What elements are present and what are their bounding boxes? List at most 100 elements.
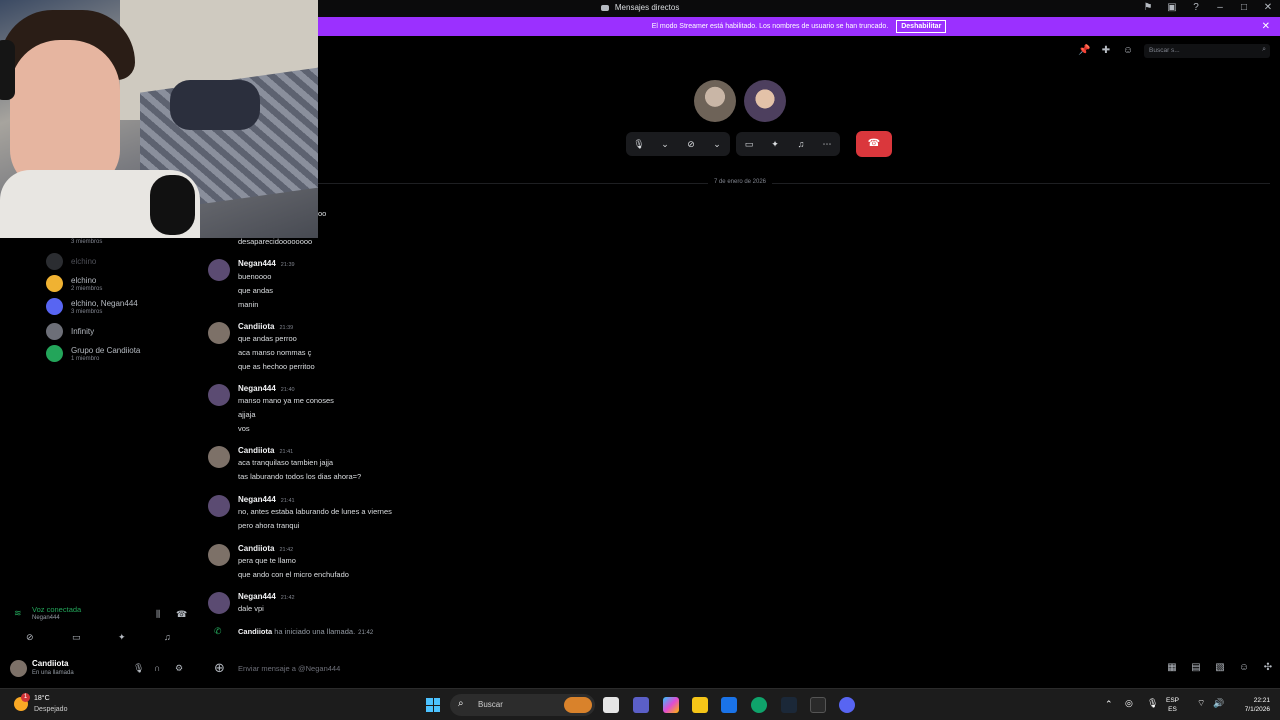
camera-options-chevron-icon[interactable]: ⌄ xyxy=(710,139,724,150)
message-author[interactable]: Candiiota xyxy=(238,322,274,331)
minimize-icon[interactable]: – xyxy=(1214,2,1226,14)
user-panel: Candiiota En una llamada 🎙 ∩ ⚙ xyxy=(0,654,200,684)
hangup-icon: ☎ xyxy=(867,138,881,149)
banner-text: El modo Streamer está habilitado. Los no… xyxy=(651,23,889,30)
gif-icon[interactable]: ▤ xyxy=(1190,662,1202,674)
network-icon[interactable]: ◎ xyxy=(1125,698,1133,709)
store-icon[interactable] xyxy=(721,697,737,713)
message-author[interactable]: Candiiota xyxy=(238,544,274,553)
dm-item[interactable]: Grupo de Candiiota 1 miembro xyxy=(46,345,140,362)
camera-off-icon[interactable]: ⊘ xyxy=(26,632,34,643)
mic-options-chevron-icon[interactable]: ⌄ xyxy=(658,139,672,150)
more-icon[interactable]: ⋯ xyxy=(820,139,834,150)
message-text: ajjaja xyxy=(238,410,256,419)
disable-streamer-button[interactable]: Deshabilitar xyxy=(896,19,947,33)
discord-icon[interactable] xyxy=(839,697,855,713)
search-input[interactable]: Buscar s... ⌕ xyxy=(1144,44,1270,58)
teams-icon[interactable] xyxy=(633,697,649,713)
message-text: vos xyxy=(238,424,250,433)
widget-app-icon[interactable] xyxy=(564,697,592,713)
add-friend-icon[interactable]: ✚ xyxy=(1100,45,1112,57)
voice-status[interactable]: Voz conectada xyxy=(32,605,81,614)
notification-badge: 1 xyxy=(21,693,30,702)
dm-item[interactable]: elchino xyxy=(46,253,96,270)
action-control-group: ▭ ✦ ♫ ⋯ xyxy=(736,132,840,156)
microphone-icon[interactable]: 🎙 xyxy=(632,139,646,150)
signal-icon: ≋ xyxy=(14,608,22,618)
avatar[interactable] xyxy=(208,446,230,468)
avatar[interactable] xyxy=(208,384,230,406)
avatar xyxy=(46,275,63,292)
avatar[interactable] xyxy=(208,495,230,517)
start-button[interactable] xyxy=(426,698,440,712)
edge-icon[interactable] xyxy=(751,697,767,713)
message-author[interactable]: Negan444 xyxy=(238,259,276,268)
avatar[interactable] xyxy=(208,259,230,281)
add-attachment-icon[interactable]: ⊕ xyxy=(214,660,225,676)
message-author[interactable]: Candiiota xyxy=(238,446,274,455)
disconnect-icon[interactable]: ☎ xyxy=(176,609,187,620)
noise-suppression-icon[interactable]: ⫼ xyxy=(156,609,160,620)
message-author[interactable]: Negan444 xyxy=(238,384,276,393)
volume-icon[interactable]: 🔊 xyxy=(1213,698,1224,709)
dm-name: Grupo de Candiiota xyxy=(71,345,141,355)
flag-icon[interactable]: ⚑ xyxy=(1142,2,1154,14)
activities-icon[interactable]: ✦ xyxy=(768,139,782,150)
screen-share-icon[interactable]: ▭ xyxy=(72,632,81,643)
microphone-icon[interactable]: 🎙 xyxy=(133,663,144,674)
soundboard-icon[interactable]: ♫ xyxy=(794,139,808,149)
profile-icon[interactable]: ☺ xyxy=(1122,45,1134,57)
soundboard-icon[interactable]: ♫ xyxy=(164,632,171,642)
microphone-icon[interactable]: 🎙 xyxy=(1147,698,1158,709)
dm-item[interactable]: elchino, Negan444 3 miembros xyxy=(46,298,138,315)
hangup-button[interactable]: ☎ xyxy=(856,131,892,157)
wifi-icon[interactable]: ⌔ xyxy=(1197,698,1205,709)
taskbar: 1 18°C Despejado ⌕ Buscar ⌃ ◎ 🎙 ESP ES ⌔ … xyxy=(0,688,1280,720)
message-text: aca manso nommas ç xyxy=(238,348,312,357)
language-indicator[interactable]: ESP ES xyxy=(1166,696,1179,714)
participant-avatar-negan444[interactable] xyxy=(744,80,786,122)
voice-channel[interactable]: Negan444 xyxy=(32,615,60,621)
headphones-icon[interactable]: ∩ xyxy=(154,663,160,673)
avatar[interactable] xyxy=(208,592,230,614)
banner-close-icon[interactable]: ✕ xyxy=(1262,17,1270,36)
partial-message-line: desaparecidoooooooo xyxy=(238,237,313,246)
maximize-icon[interactable]: □ xyxy=(1238,2,1250,14)
gear-icon[interactable]: ⚙ xyxy=(175,663,183,674)
screen-share-icon[interactable]: ▭ xyxy=(742,139,756,150)
avatar[interactable] xyxy=(208,322,230,344)
file-explorer-icon[interactable] xyxy=(692,697,708,713)
participant-avatar-candiiota[interactable] xyxy=(694,80,736,122)
copilot-icon[interactable] xyxy=(663,697,679,713)
dm-item[interactable]: elchino 2 miembros xyxy=(46,275,102,292)
camera-off-icon[interactable]: ⊘ xyxy=(684,139,698,150)
message-text: buenoooo xyxy=(238,272,272,281)
steam-icon[interactable] xyxy=(781,697,797,713)
inbox-icon[interactable]: ▣ xyxy=(1166,2,1178,14)
gift-icon[interactable]: ▦ xyxy=(1166,662,1178,674)
avatar[interactable] xyxy=(208,544,230,566)
close-icon[interactable]: ✕ xyxy=(1262,2,1274,14)
clock[interactable]: 22:21 7/1/2026 xyxy=(1230,696,1270,714)
pin-icon[interactable]: 📌 xyxy=(1078,45,1090,57)
user-name[interactable]: Candiiota xyxy=(32,659,68,668)
partial-message-line: oo xyxy=(318,209,327,218)
message-author[interactable]: Negan444 xyxy=(238,592,276,601)
activities-icon[interactable]: ✦ xyxy=(118,632,126,643)
help-icon[interactable]: ? xyxy=(1190,2,1202,14)
apps-icon[interactable]: ✣ xyxy=(1262,662,1274,674)
weather-condition: Despejado xyxy=(34,706,68,713)
message-time: 21:42 xyxy=(279,547,294,553)
message-author[interactable]: Negan444 xyxy=(238,495,276,504)
epic-icon[interactable] xyxy=(810,697,826,713)
system-message-author[interactable]: Candiiota xyxy=(238,627,272,636)
emoji-icon[interactable]: ☺ xyxy=(1238,662,1250,674)
avatar[interactable] xyxy=(10,660,27,677)
avatar xyxy=(46,298,63,315)
mic-control-group: 🎙 ⌄ ⊘ ⌄ xyxy=(626,132,730,156)
avatar xyxy=(46,323,63,340)
task-view-icon[interactable] xyxy=(603,697,619,713)
dm-item[interactable]: Infinity xyxy=(46,323,94,340)
sticker-icon[interactable]: ▧ xyxy=(1214,662,1226,674)
message-input[interactable]: Enviar mensaje a @Negan444 xyxy=(238,664,340,673)
